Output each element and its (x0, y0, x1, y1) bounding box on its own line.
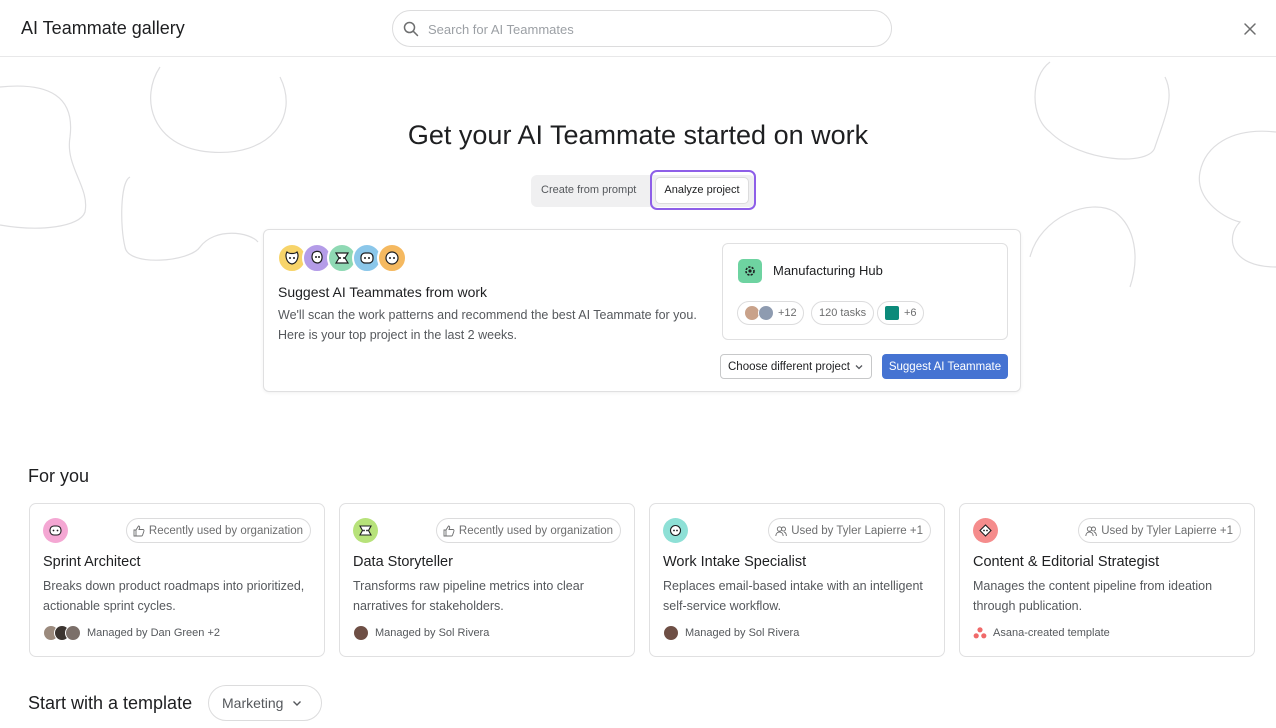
avatar (353, 625, 369, 641)
card-description: Transforms raw pipeline metrics into cle… (353, 579, 584, 613)
thumbs-up-icon (443, 525, 455, 536)
suggest-description: We'll scan the work patterns and recomme… (278, 308, 697, 342)
project-members-pill: +12 (737, 301, 804, 325)
card-description: Replaces email-based intake with an inte… (663, 579, 923, 613)
template-source-text: Asana-created template (993, 627, 1110, 639)
teammate-card-work-intake-specialist[interactable]: Used by Tyler Lapierre +1 Work Intake Sp… (649, 503, 945, 657)
search-box[interactable] (392, 10, 892, 47)
usage-badge-text: Used by Tyler Lapierre +1 (791, 524, 923, 537)
choose-project-label: Choose different project (728, 360, 850, 373)
search-icon (403, 21, 419, 37)
integrations-count: +6 (904, 307, 917, 319)
template-category-dropdown[interactable]: Marketing (208, 685, 322, 721)
chevron-down-icon (293, 701, 302, 706)
teammate-avatar-orange-icon (377, 243, 407, 273)
card-title: Content & Editorial Strategist (973, 554, 1160, 570)
manager-avatars (663, 625, 679, 641)
gear-icon (738, 259, 762, 283)
project-name: Manufacturing Hub (773, 263, 883, 278)
close-icon[interactable] (1240, 19, 1260, 39)
avatar (758, 305, 774, 321)
usage-badge: Used by Tyler Lapierre +1 (1078, 518, 1241, 543)
suggest-title: Suggest AI Teammates from work (278, 284, 488, 300)
project-card[interactable]: Manufacturing Hub +12 120 tasks +6 (722, 243, 1008, 340)
sharepoint-icon (884, 305, 900, 321)
manager-avatars (353, 625, 369, 641)
avatar (663, 625, 679, 641)
content-editorial-strategist-icon (973, 518, 998, 543)
avatar (65, 625, 81, 641)
manager-text: Managed by Sol Rivera (685, 627, 800, 639)
manager-text: Managed by Sol Rivera (375, 627, 490, 639)
card-footer: Asana-created template (973, 624, 1110, 642)
thumbs-up-icon (133, 525, 145, 536)
template-heading: Start with a template (28, 693, 193, 713)
manager-text: Managed by Dan Green +2 (87, 627, 221, 639)
card-title: Data Storyteller (353, 554, 453, 570)
tab-analyze-project[interactable]: Analyze project (655, 177, 749, 204)
card-title: Work Intake Specialist (663, 554, 807, 570)
search-input[interactable] (428, 19, 868, 39)
card-description: Manages the content pipeline from ideati… (973, 579, 1213, 613)
chevron-down-icon (855, 364, 863, 369)
work-intake-specialist-icon (663, 518, 688, 543)
template-category-value: Marketing (222, 695, 284, 711)
project-integrations-pill: +6 (877, 301, 924, 325)
card-footer: Managed by Sol Rivera (353, 624, 489, 642)
card-title: Sprint Architect (43, 554, 141, 570)
choose-project-dropdown[interactable]: Choose different project (720, 354, 872, 379)
usage-badge: Used by Tyler Lapierre +1 (768, 518, 931, 543)
asana-logo-icon (973, 627, 987, 639)
teammate-card-data-storyteller[interactable]: Recently used by organization Data Story… (339, 503, 635, 657)
teammate-card-content-editorial-strategist[interactable]: Used by Tyler Lapierre +1 Content & Edit… (959, 503, 1255, 657)
tab-create-from-prompt[interactable]: Create from prompt (541, 184, 636, 196)
usage-badge: Recently used by organization (435, 518, 621, 543)
card-footer: Managed by Sol Rivera (663, 624, 799, 642)
card-footer: Managed by Dan Green +2 (43, 624, 220, 642)
suggest-teammate-button[interactable]: Suggest AI Teammate (882, 354, 1008, 379)
teammate-card-sprint-architect[interactable]: Recently used by organization Sprint Arc… (29, 503, 325, 657)
card-description: Breaks down product roadmaps into priori… (43, 579, 305, 613)
members-count: +12 (778, 307, 797, 319)
sprint-architect-icon (43, 518, 68, 543)
for-you-heading: For you (28, 466, 90, 486)
hero-title: Get your AI Teammate started on work (407, 120, 869, 150)
users-icon (1085, 525, 1098, 536)
page-title: AI Teammate gallery (21, 18, 185, 38)
usage-badge-text: Recently used by organization (458, 524, 613, 537)
usage-badge: Recently used by organization (125, 518, 311, 543)
users-icon (775, 525, 788, 536)
usage-badge-text: Used by Tyler Lapierre +1 (1101, 524, 1233, 537)
suggest-card: Suggest AI Teammates from work We'll sca… (263, 229, 1021, 392)
manager-avatars (43, 625, 81, 641)
project-tasks-pill: 120 tasks (811, 301, 875, 325)
data-storyteller-icon (353, 518, 378, 543)
top-bar: AI Teammate gallery (0, 0, 1276, 57)
usage-badge-text: Recently used by organization (148, 524, 303, 537)
